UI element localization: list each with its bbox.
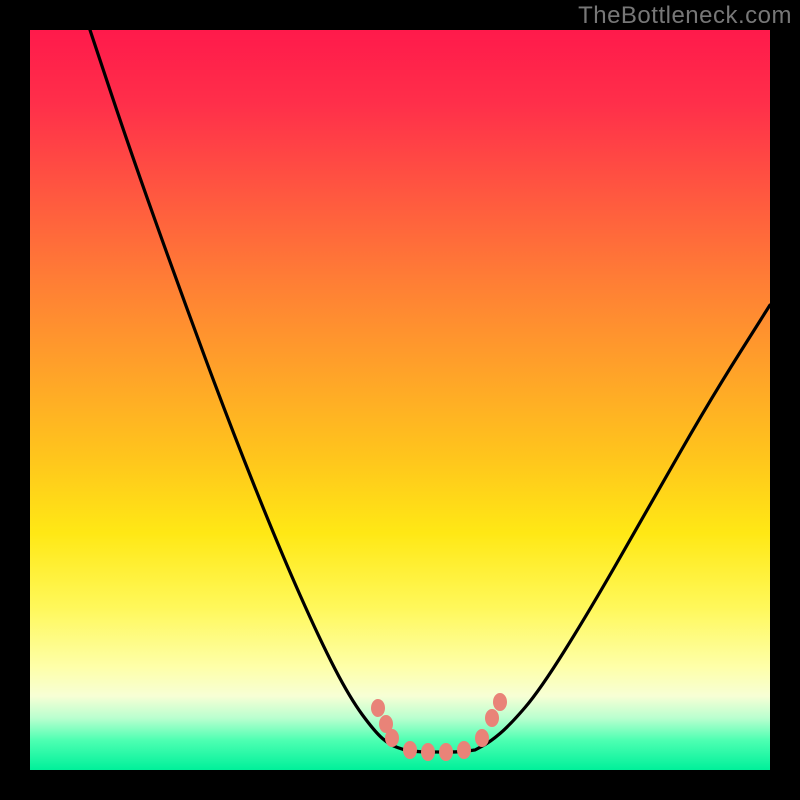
marker-dot — [493, 693, 507, 711]
marker-dot — [421, 743, 435, 761]
curve-path — [90, 30, 770, 752]
marker-dot — [403, 741, 417, 759]
curve-layer — [30, 30, 770, 770]
plot-area — [30, 30, 770, 770]
watermark-text: TheBottleneck.com — [578, 2, 792, 30]
marker-dot — [475, 729, 489, 747]
marker-dot — [485, 709, 499, 727]
marker-dot — [439, 743, 453, 761]
chart-frame: TheBottleneck.com — [0, 0, 800, 800]
marker-dot — [385, 729, 399, 747]
marker-dot — [371, 699, 385, 717]
marker-dot — [457, 741, 471, 759]
